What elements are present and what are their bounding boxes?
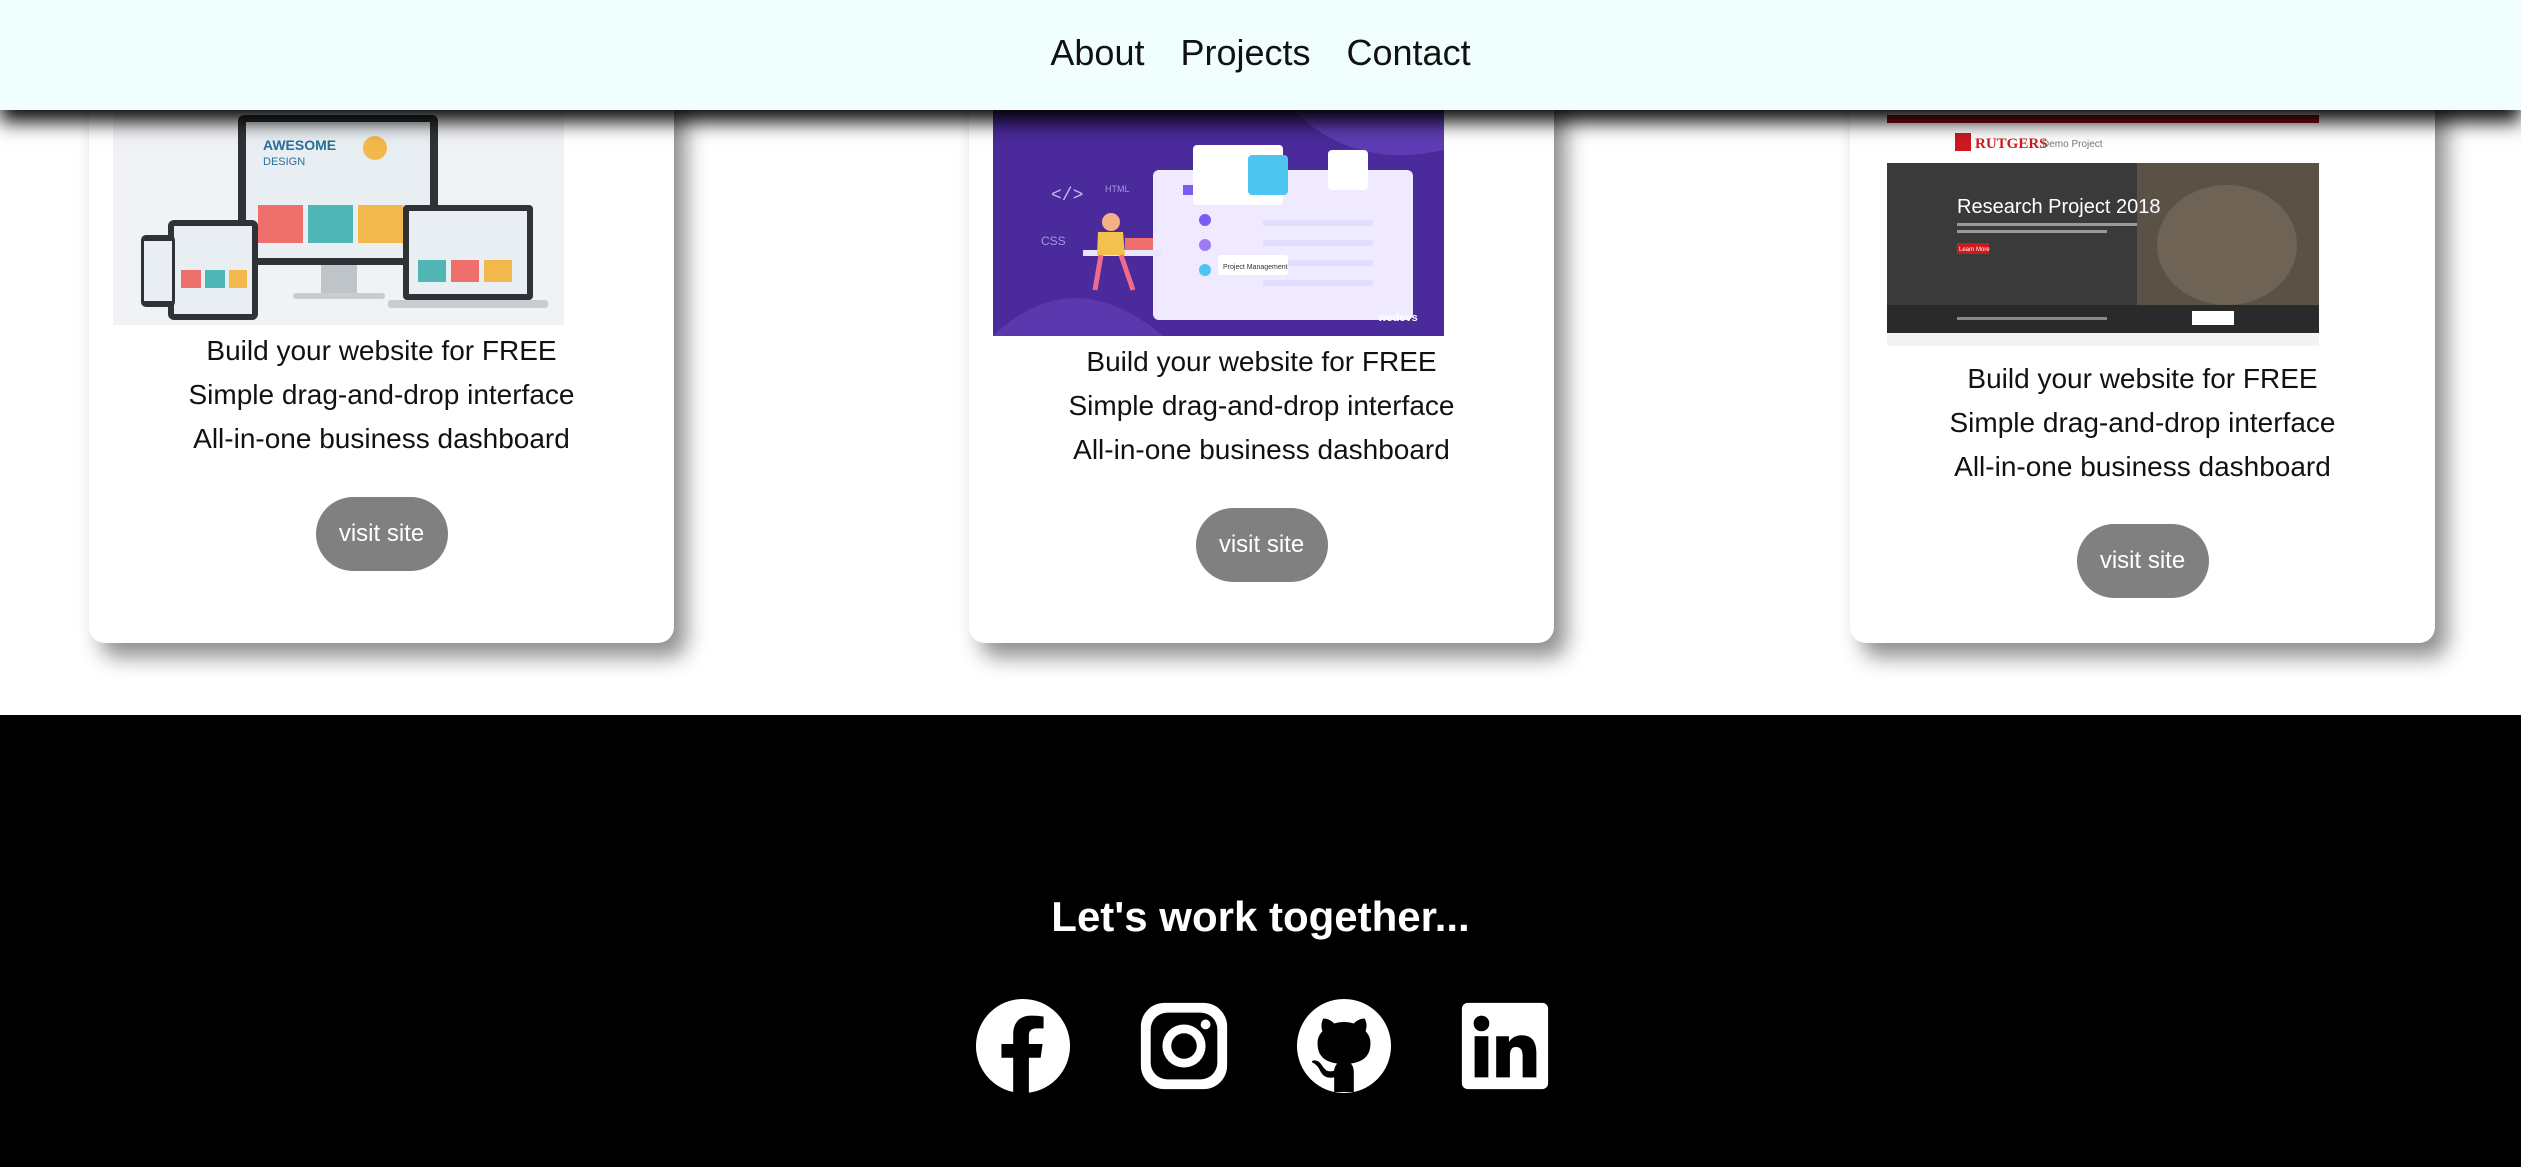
project-thumbnail-developer-illustration: </> HTML CSS Project Management wedevs	[993, 110, 1444, 336]
social-links	[0, 997, 2521, 1097]
project-line: Build your website for FREE	[1967, 363, 2318, 394]
footer: Let's work together...	[0, 715, 2521, 1167]
facebook-icon[interactable]	[974, 997, 1072, 1095]
project-card-3: RUTGERS Demo Project Research Project 20…	[1850, 60, 2435, 643]
project-description: Build your website for FREE Simple drag-…	[89, 329, 674, 461]
project-line: Simple drag-and-drop interface	[1949, 407, 2336, 438]
linkedin-icon[interactable]	[1456, 997, 1554, 1095]
nav-link-contact[interactable]: Contact	[1347, 32, 1471, 74]
svg-text:Research Project 2018: Research Project 2018	[1957, 196, 2160, 218]
project-line: All-in-one business dashboard	[1954, 451, 2331, 482]
project-line: All-in-one business dashboard	[193, 423, 570, 454]
project-thumbnail-responsive-devices: AWESOME DESIGN	[113, 110, 564, 325]
project-line: All-in-one business dashboard	[1073, 434, 1450, 465]
svg-text:Project Management: Project Management	[1223, 264, 1288, 271]
top-navbar: About Projects Contact	[0, 0, 2521, 110]
github-icon[interactable]	[1295, 997, 1393, 1095]
svg-text:DESIGN: DESIGN	[263, 156, 305, 168]
nav-link-about[interactable]: About	[1050, 32, 1144, 74]
visit-site-button[interactable]: visit site	[1195, 508, 1328, 582]
project-line: Simple drag-and-drop interface	[1068, 390, 1455, 421]
project-line: Simple drag-and-drop interface	[188, 379, 575, 410]
svg-text:CSS: CSS	[1041, 234, 1066, 248]
project-description: Build your website for FREE Simple drag-…	[1850, 357, 2435, 489]
svg-text:AWESOME: AWESOME	[263, 137, 336, 153]
project-description: Build your website for FREE Simple drag-…	[969, 340, 1554, 472]
project-line: Build your website for FREE	[206, 335, 557, 366]
page: About Projects Contact AWESOME DESIGN Bu…	[0, 0, 2521, 1167]
visit-site-button[interactable]: visit site	[315, 497, 448, 571]
svg-text:Learn More: Learn More	[1959, 247, 1990, 253]
svg-text:HTML: HTML	[1105, 184, 1130, 194]
project-thumbnail-rutgers-site: RUTGERS Demo Project Research Project 20…	[1887, 115, 2319, 346]
svg-text:wedevs: wedevs	[1377, 312, 1418, 324]
nav-links: About Projects Contact	[1050, 32, 1470, 74]
nav-link-projects[interactable]: Projects	[1180, 32, 1310, 74]
project-card-1: AWESOME DESIGN Build your website for FR…	[89, 60, 674, 643]
svg-text:RUTGERS: RUTGERS	[1975, 136, 2048, 152]
instagram-icon[interactable]	[1135, 997, 1233, 1095]
project-line: Build your website for FREE	[1086, 346, 1437, 377]
footer-title: Let's work together...	[1051, 893, 1470, 940]
visit-site-button[interactable]: visit site	[2076, 524, 2209, 598]
svg-text:Demo Project: Demo Project	[2042, 139, 2103, 150]
project-card-2: </> HTML CSS Project Management wedevs B…	[969, 60, 1554, 643]
svg-text:</>: </>	[1051, 186, 1083, 206]
